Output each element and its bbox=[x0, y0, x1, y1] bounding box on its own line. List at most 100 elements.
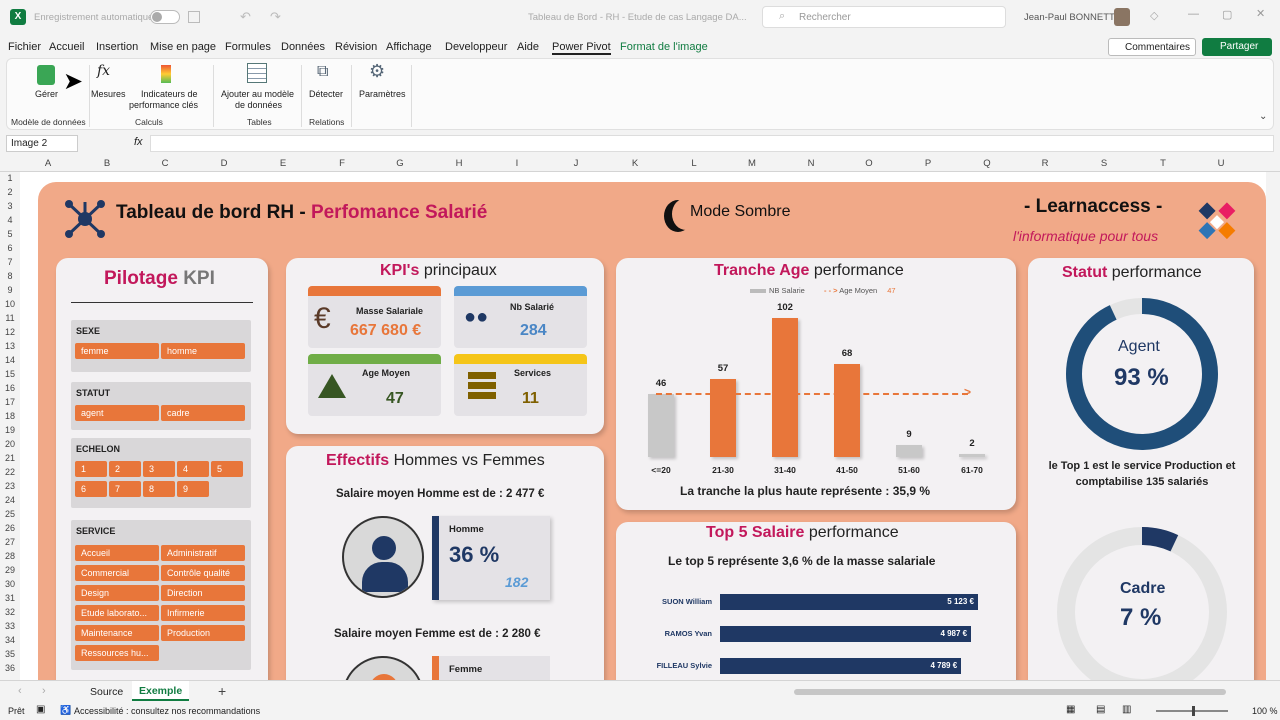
slicer-item-echelon[interactable]: 9 bbox=[177, 481, 209, 497]
excel-logo-icon[interactable]: X bbox=[10, 9, 26, 25]
zoom-slider[interactable] bbox=[1156, 706, 1228, 716]
col-header[interactable]: L bbox=[684, 158, 704, 169]
slicer-item-service[interactable]: Etude laborato... bbox=[75, 605, 159, 621]
avatar[interactable] bbox=[1114, 8, 1130, 26]
share-button[interactable]: Partager bbox=[1202, 38, 1272, 56]
menu-fichier[interactable]: Fichier bbox=[8, 41, 41, 53]
fx-icon[interactable]: fx bbox=[97, 63, 110, 79]
menu-developpeur[interactable]: Developpeur bbox=[445, 41, 507, 53]
diamond-icon[interactable]: ◇ bbox=[1150, 9, 1158, 22]
col-header[interactable]: O bbox=[859, 158, 879, 169]
col-header[interactable]: D bbox=[214, 158, 234, 169]
row-header[interactable]: 1 bbox=[0, 173, 20, 183]
slicer-item-service[interactable]: Direction bbox=[161, 585, 245, 601]
menu-aide[interactable]: Aide bbox=[517, 41, 539, 53]
tab-source[interactable]: Source bbox=[90, 686, 123, 698]
top5-bar[interactable]: 4 987 € bbox=[720, 626, 972, 642]
col-header[interactable]: Q bbox=[977, 158, 997, 169]
slicer-item-service[interactable]: Administratif bbox=[161, 545, 245, 561]
add-model-line2[interactable]: de données bbox=[235, 100, 282, 111]
row-header[interactable]: 6 bbox=[0, 243, 20, 253]
row-header[interactable]: 2 bbox=[0, 187, 20, 197]
menu-revision[interactable]: Révision bbox=[335, 41, 377, 53]
row-header[interactable]: 9 bbox=[0, 285, 20, 295]
col-header[interactable]: G bbox=[390, 158, 410, 169]
slicer-item-echelon[interactable]: 7 bbox=[109, 481, 141, 497]
name-box[interactable]: Image 2 bbox=[6, 135, 78, 152]
row-header[interactable]: 24 bbox=[0, 495, 20, 505]
slicer-item-femme[interactable]: femme bbox=[75, 343, 159, 359]
age-bar[interactable] bbox=[959, 454, 985, 457]
slicer-item-service[interactable]: Maintenance bbox=[75, 625, 159, 641]
slicer-item-service[interactable]: Ressources hu... bbox=[75, 645, 159, 661]
measures-button[interactable]: Mesures bbox=[91, 89, 126, 100]
slicer-item-service[interactable]: Production bbox=[161, 625, 245, 641]
col-header[interactable]: R bbox=[1035, 158, 1055, 169]
row-header[interactable]: 36 bbox=[0, 663, 20, 673]
slicer-item-cadre[interactable]: cadre bbox=[161, 405, 245, 421]
slicer-item-service[interactable]: Commercial bbox=[75, 565, 159, 581]
row-header[interactable]: 18 bbox=[0, 411, 20, 421]
row-header[interactable]: 16 bbox=[0, 383, 20, 393]
col-header[interactable]: E bbox=[273, 158, 293, 169]
close-icon[interactable]: ✕ bbox=[1256, 7, 1265, 20]
page-break-icon[interactable]: ▥ bbox=[1122, 704, 1131, 715]
worksheet[interactable]: Tableau de bord RH - Perfomance Salarié … bbox=[20, 172, 1266, 680]
slicer-item-echelon[interactable]: 1 bbox=[75, 461, 107, 477]
row-header[interactable]: 30 bbox=[0, 579, 20, 589]
slicer-item-homme[interactable]: homme bbox=[161, 343, 245, 359]
dark-mode-label[interactable]: Mode Sombre bbox=[690, 203, 791, 221]
prev-sheet-icon[interactable]: ‹ bbox=[18, 685, 22, 697]
age-bar[interactable] bbox=[710, 379, 736, 457]
row-header[interactable]: 31 bbox=[0, 593, 20, 603]
row-header[interactable]: 4 bbox=[0, 215, 20, 225]
slicer-item-echelon[interactable]: 4 bbox=[177, 461, 209, 477]
row-header[interactable]: 14 bbox=[0, 355, 20, 365]
col-header[interactable]: M bbox=[742, 158, 762, 169]
undo-icon[interactable]: ↶ bbox=[240, 9, 251, 25]
row-header[interactable]: 25 bbox=[0, 509, 20, 519]
slicer-item-agent[interactable]: agent bbox=[75, 405, 159, 421]
row-header[interactable]: 20 bbox=[0, 439, 20, 449]
row-header[interactable]: 32 bbox=[0, 607, 20, 617]
settings-button[interactable]: Paramètres bbox=[359, 89, 406, 100]
col-header[interactable]: S bbox=[1094, 158, 1114, 169]
row-header[interactable]: 13 bbox=[0, 341, 20, 351]
menu-insertion[interactable]: Insertion bbox=[96, 41, 138, 53]
menu-formules[interactable]: Formules bbox=[225, 41, 271, 53]
autosave-toggle[interactable] bbox=[150, 10, 180, 24]
menu-mise-en-page[interactable]: Mise en page bbox=[150, 41, 216, 53]
comments-button[interactable]: Commentaires bbox=[1108, 38, 1196, 56]
col-header[interactable]: J bbox=[566, 158, 586, 169]
row-header[interactable]: 10 bbox=[0, 299, 20, 309]
row-header[interactable]: 7 bbox=[0, 257, 20, 267]
menu-affichage[interactable]: Affichage bbox=[386, 41, 432, 53]
slicer-item-service[interactable]: Contrôle qualité bbox=[161, 565, 245, 581]
row-header[interactable]: 3 bbox=[0, 201, 20, 211]
row-header[interactable]: 27 bbox=[0, 537, 20, 547]
row-header[interactable]: 8 bbox=[0, 271, 20, 281]
row-header[interactable]: 35 bbox=[0, 649, 20, 659]
row-header[interactable]: 29 bbox=[0, 565, 20, 575]
fx-label[interactable]: fx bbox=[134, 136, 143, 148]
col-header[interactable]: P bbox=[918, 158, 938, 169]
top5-bar[interactable]: 4 789 € bbox=[720, 658, 962, 674]
slicer-item-service[interactable]: Infirmerie bbox=[161, 605, 245, 621]
detect-button[interactable]: Détecter bbox=[309, 89, 343, 100]
row-header[interactable]: 17 bbox=[0, 397, 20, 407]
save-icon[interactable] bbox=[188, 11, 200, 23]
kpi-icon[interactable] bbox=[161, 65, 171, 83]
row-header[interactable]: 22 bbox=[0, 467, 20, 477]
kpi-button-line1[interactable]: Indicateurs de bbox=[141, 89, 198, 100]
slicer-item-service[interactable]: Design bbox=[75, 585, 159, 601]
accessibility-status[interactable]: Accessibilité : consultez nos recommanda… bbox=[74, 706, 260, 716]
ribbon-collapse-icon[interactable]: ⌄ bbox=[1259, 111, 1267, 122]
menu-format-image[interactable]: Format de l'image bbox=[620, 41, 708, 53]
col-header[interactable]: I bbox=[507, 158, 527, 169]
row-header[interactable]: 21 bbox=[0, 453, 20, 463]
top5-bar[interactable]: 5 123 € bbox=[720, 594, 978, 610]
row-header[interactable]: 34 bbox=[0, 635, 20, 645]
formula-input[interactable] bbox=[150, 135, 1274, 152]
search-box[interactable]: ⌕ Rechercher bbox=[762, 6, 1006, 28]
col-header[interactable]: A bbox=[38, 158, 58, 169]
